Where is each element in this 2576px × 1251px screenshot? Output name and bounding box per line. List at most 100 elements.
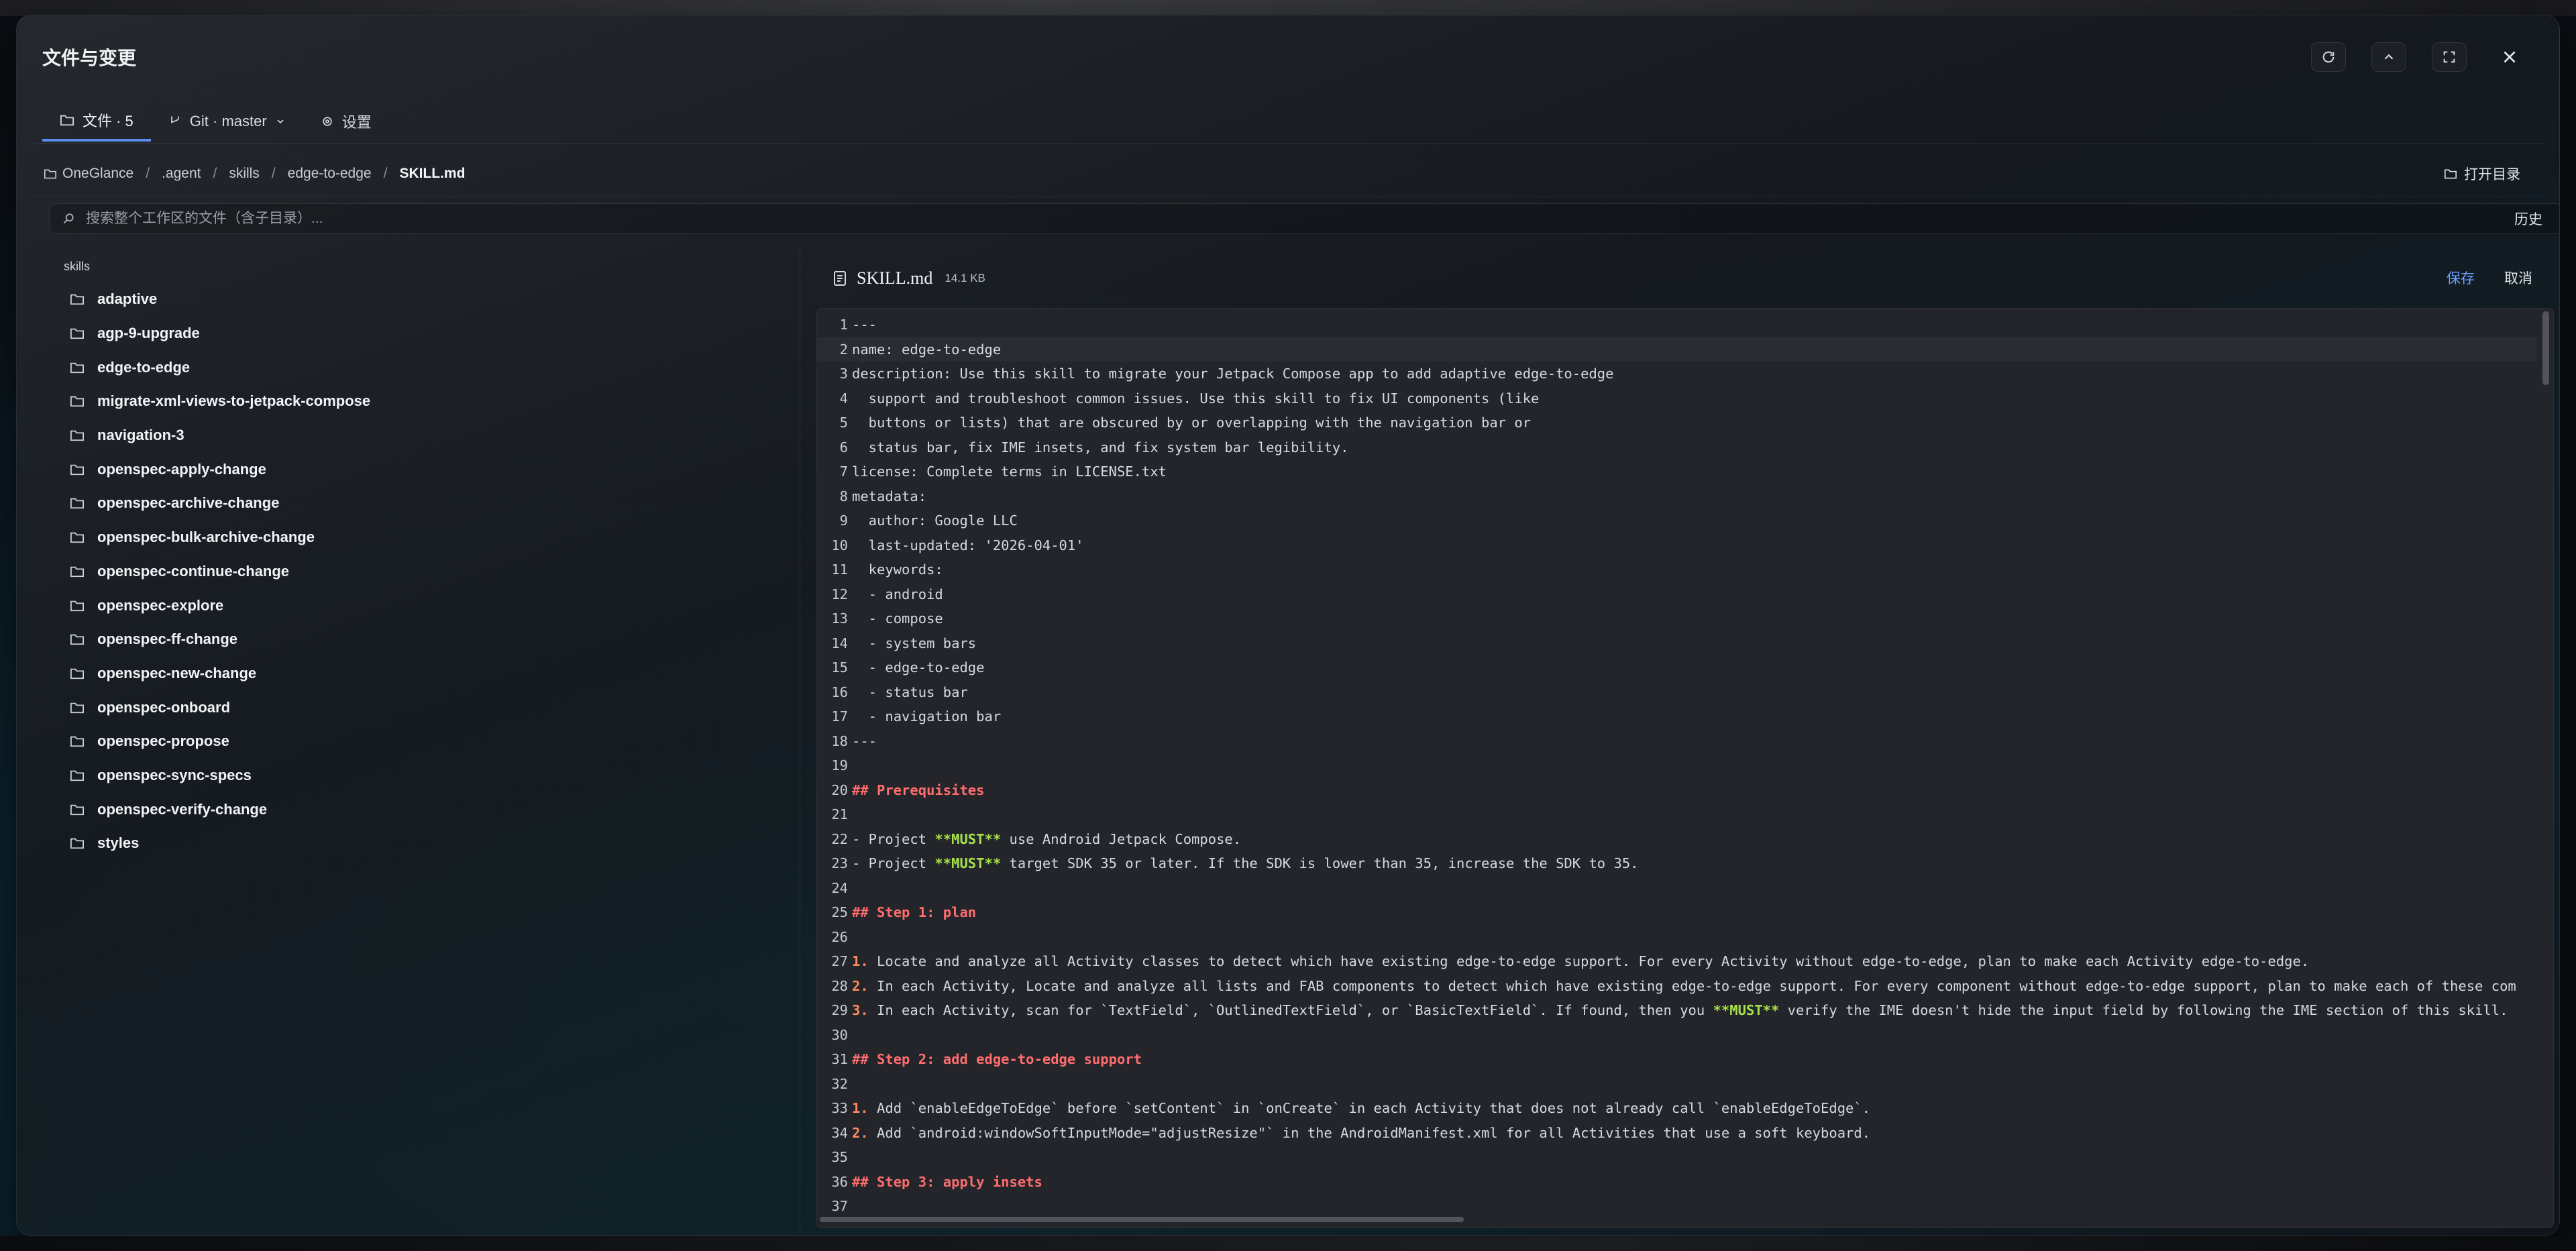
line-text: name: edge-to-edge bbox=[852, 341, 1001, 358]
cancel-button[interactable]: 取消 bbox=[2504, 268, 2532, 288]
line-text: - status bar bbox=[852, 684, 968, 700]
line-text: ## Prerequisites bbox=[852, 782, 984, 798]
breadcrumb-item[interactable]: .agent bbox=[162, 166, 201, 182]
open-directory-button[interactable]: 打开目录 bbox=[2444, 162, 2520, 186]
line-number: 2 bbox=[839, 341, 848, 358]
sidebar-folder-item[interactable]: edge-to-edge bbox=[64, 350, 788, 384]
breadcrumb-item[interactable]: skills bbox=[229, 166, 260, 182]
list-marker: 1. bbox=[852, 953, 869, 970]
code-line: 28 2. In each Activity, Locate and analyz… bbox=[817, 974, 2537, 999]
breadcrumb-separator: / bbox=[383, 166, 388, 181]
close-button[interactable] bbox=[2492, 42, 2527, 72]
folder-label: edge-to-edge bbox=[97, 358, 191, 376]
line-text: ## Step 2: add edge-to-edge support bbox=[852, 1051, 1142, 1067]
line-content: keywords: bbox=[852, 561, 943, 578]
sidebar-folder-item[interactable]: openspec-new-change bbox=[64, 657, 788, 691]
tree-root-label: skills bbox=[64, 260, 90, 273]
code-line: 17 - navigation bar bbox=[817, 704, 2537, 729]
code-line: 16 - status bar bbox=[817, 680, 2537, 705]
folder-icon bbox=[69, 667, 87, 680]
maximize-icon bbox=[2443, 51, 2455, 63]
line-text: metadata: bbox=[852, 488, 926, 504]
tab-divider bbox=[33, 143, 2543, 144]
sidebar-folder-item[interactable]: styles bbox=[64, 826, 788, 861]
line-number: 24 bbox=[831, 879, 848, 896]
code-line: 4 support and troubleshoot common issues… bbox=[817, 386, 2537, 411]
sidebar-folder-item[interactable]: openspec-explore bbox=[64, 588, 788, 622]
collapse-button[interactable] bbox=[2371, 42, 2406, 72]
save-button[interactable]: 保存 bbox=[2447, 268, 2475, 288]
sidebar-folder-item[interactable]: navigation-3 bbox=[64, 419, 788, 453]
sidebar-folder-item[interactable]: openspec-sync-specs bbox=[64, 759, 788, 793]
line-number: 37 bbox=[831, 1198, 848, 1215]
folder-label: openspec-apply-change bbox=[97, 460, 266, 478]
line-number: 12 bbox=[831, 586, 848, 602]
sidebar-folder-item[interactable]: openspec-propose bbox=[64, 724, 788, 759]
sidebar-folder-item[interactable]: openspec-bulk-archive-change bbox=[64, 521, 788, 555]
line-content: Add `enableEdgeToEdge` before `setConten… bbox=[868, 1100, 1871, 1117]
breadcrumb-separator: / bbox=[146, 166, 150, 181]
list-marker: 2. bbox=[852, 977, 869, 994]
history-button[interactable]: 历史 bbox=[2514, 209, 2549, 229]
folder-label: openspec-new-change bbox=[97, 664, 257, 682]
file-tree-sidebar: skills adaptive agp-9-upgrade edge-to-edge… bbox=[49, 248, 800, 1234]
open-directory-label: 打开目录 bbox=[2464, 167, 2520, 182]
code-line: 24 bbox=[817, 876, 2537, 901]
line-text: 1. Locate and analyze all Activity class… bbox=[852, 953, 2309, 969]
folder-icon bbox=[69, 836, 87, 850]
maximize-button[interactable] bbox=[2432, 42, 2467, 72]
folder-icon bbox=[69, 429, 87, 442]
sidebar-folder-item[interactable]: openspec-onboard bbox=[64, 690, 788, 724]
line-text: - android bbox=[852, 586, 943, 602]
folder-icon bbox=[69, 394, 87, 408]
line-text: - edge-to-edge bbox=[852, 659, 985, 675]
code-editor[interactable]: 1 --- 2 name: edge-to-edge 3 description: Use… bbox=[816, 308, 2554, 1228]
code-line: 27 1. Locate and analyze all Activity cla… bbox=[817, 949, 2537, 974]
line-number: 16 bbox=[831, 684, 848, 700]
sidebar-folder-item[interactable]: agp-9-upgrade bbox=[64, 317, 788, 351]
folder-label: migrate-xml-views-to-jetpack-compose bbox=[97, 392, 371, 410]
sidebar-folder-item[interactable]: openspec-ff-change bbox=[64, 622, 788, 657]
close-icon bbox=[2504, 51, 2516, 63]
sidebar-folder-item[interactable]: openspec-archive-change bbox=[64, 486, 788, 521]
sidebar-folder-item[interactable]: migrate-xml-views-to-jetpack-compose bbox=[64, 384, 788, 419]
line-number: 1 bbox=[839, 317, 848, 333]
sidebar-folder-item[interactable]: adaptive bbox=[64, 282, 788, 317]
file-tree: adaptive agp-9-upgrade edge-to-edge migrate… bbox=[64, 282, 788, 861]
folder-label: openspec-continue-change bbox=[97, 562, 290, 580]
breadcrumb-item[interactable]: edge-to-edge bbox=[288, 166, 372, 182]
line-number: 27 bbox=[831, 953, 848, 970]
folder-label: openspec-sync-specs bbox=[97, 766, 252, 783]
sidebar-folder-item[interactable]: openspec-verify-change bbox=[64, 792, 788, 826]
line-number: 21 bbox=[831, 806, 848, 823]
panel-title: 文件与变更 bbox=[42, 48, 137, 68]
line-number: 31 bbox=[831, 1051, 848, 1068]
code-line: 23- Project **MUST** target SDK 35 or la… bbox=[817, 851, 2537, 876]
folder-icon bbox=[69, 735, 87, 748]
search-input[interactable] bbox=[86, 211, 2504, 227]
tab-files[interactable]: 文件 · 5 bbox=[42, 101, 151, 142]
line-number: 26 bbox=[831, 928, 848, 945]
sidebar-folder-item[interactable]: openspec-apply-change bbox=[64, 452, 788, 486]
sidebar-folder-item[interactable]: openspec-continue-change bbox=[64, 555, 788, 589]
folder-icon bbox=[69, 633, 87, 646]
line-number: 7 bbox=[839, 464, 848, 480]
horizontal-scrollbar[interactable] bbox=[820, 1217, 1464, 1222]
folder-icon bbox=[69, 463, 87, 476]
folder-label: openspec-explore bbox=[97, 596, 224, 614]
editor-actions: 保存 取消 bbox=[2447, 268, 2532, 288]
line-content: status bar, fix IME insets, and fix syst… bbox=[852, 439, 1349, 455]
line-text: support and troubleshoot common issues. … bbox=[852, 390, 1540, 406]
tab-git[interactable]: Git · master bbox=[151, 101, 303, 142]
breadcrumb-item[interactable]: OneGlance bbox=[62, 166, 133, 182]
code-line: 35 bbox=[817, 1145, 2537, 1170]
line-number: 29 bbox=[831, 1002, 848, 1019]
line-text: 3. In each Activity, scan for `TextField… bbox=[852, 1002, 2508, 1018]
tab-settings[interactable]: 设置 bbox=[303, 101, 389, 142]
vertical-scrollbar[interactable] bbox=[2542, 311, 2549, 385]
line-text: 1. Add `enableEdgeToEdge` before `setCon… bbox=[852, 1100, 1870, 1116]
list-marker: 2. bbox=[852, 1124, 869, 1141]
refresh-button[interactable] bbox=[2311, 42, 2346, 72]
bold-text: **MUST** bbox=[934, 855, 1002, 872]
line-content: license: Complete terms in LICENSE.txt bbox=[852, 464, 1167, 480]
